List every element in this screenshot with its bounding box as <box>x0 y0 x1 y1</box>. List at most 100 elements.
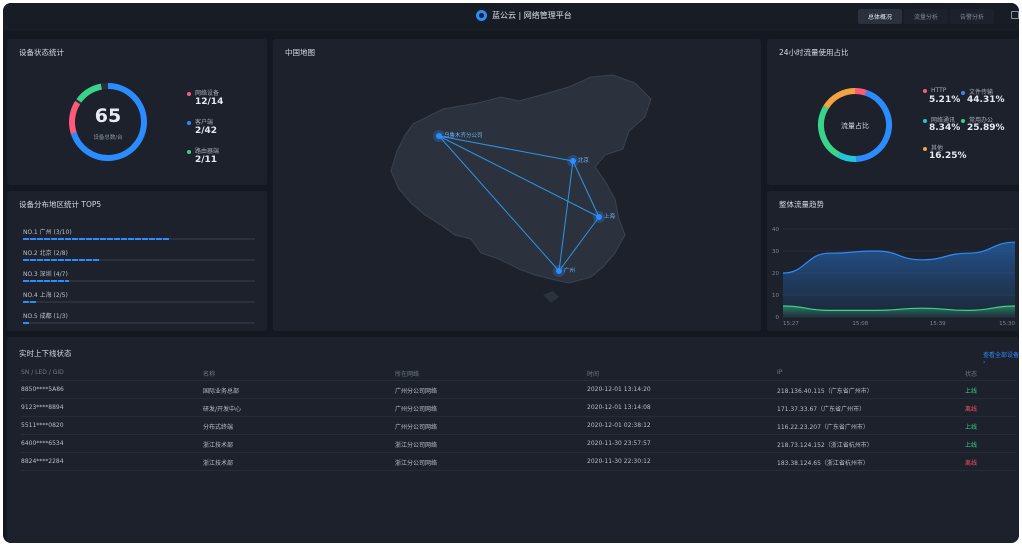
region-top5-panel: 设备分布地区统计 TOP5 NO.1 广州 (3/10) NO.2 北京 (2/8… <box>7 191 267 331</box>
trend-area-series-0 <box>783 242 1015 317</box>
table-row-divider <box>21 470 1016 471</box>
legend-dot <box>961 118 965 123</box>
dashboard-window: 蓝公云 | 网络管理平台 总体概况 流量分析 告警分析 设备状态统计 65 设备… <box>3 3 1019 543</box>
table-cell-network: 广州分公司网络 <box>395 406 438 413</box>
map-label-urumqi: 乌鲁木齐分公司 <box>444 133 483 139</box>
legend-router-value: 2/11 <box>195 155 218 165</box>
rank-fill <box>23 280 70 282</box>
trend-ytick: 0 <box>776 315 780 321</box>
rank-fill <box>23 322 30 324</box>
map-point-shanghai[interactable] <box>596 214 602 220</box>
table-cell-status: 上线 <box>965 388 978 395</box>
rank-track <box>23 322 255 324</box>
table-header-cell: 状态 <box>965 371 978 378</box>
view-all-link[interactable]: 查看全部设备 › <box>983 350 1019 366</box>
map-point-guangzhou[interactable] <box>556 268 562 274</box>
table-cell-ip: 183.38.124.65（浙江省杭州市） <box>777 460 869 467</box>
table-cell-name: 研发/开发中心 <box>203 406 242 413</box>
rank-track <box>23 259 255 261</box>
top-bar: 蓝公云 | 网络管理平台 总体概况 流量分析 告警分析 <box>3 3 1019 31</box>
china-map-hainan <box>543 291 559 303</box>
fullscreen-icon[interactable] <box>1011 11 1019 19</box>
device-stats-panel: 设备状态统计 65 设备总数/台 网络设备 12/14 客户端 2/42 路由器… <box>7 39 267 185</box>
table-row-divider <box>21 452 1016 453</box>
china-map-outline <box>390 74 652 284</box>
table-cell-network: 广州分公司网络 <box>395 388 438 395</box>
map-point-urumqi[interactable] <box>436 133 442 139</box>
trend-xtick: 15:30 <box>999 321 1015 327</box>
region-top5-title: 设备分布地区统计 TOP5 <box>19 200 102 209</box>
traffic-trend-panel: 整体流量趋势 0 10 20 30 40 15:27 15:08 15:39 15:30 <box>767 191 1019 331</box>
table-cell-ip: 116.22.23.207（广东省广州市） <box>777 424 869 431</box>
brand-logo-icon <box>476 10 487 21</box>
header-tabs: 总体概况 流量分析 告警分析 <box>858 9 995 24</box>
table-cell-status: 离线 <box>965 460 978 467</box>
china-map <box>390 74 652 303</box>
table-header-divider <box>21 380 1016 381</box>
trend-xtick: 15:39 <box>930 321 946 327</box>
table-cell-ip: 171.37.33.67（广东省广州市） <box>777 406 866 413</box>
rank-label: NO.4 上海 (2/5) <box>23 292 68 299</box>
table-cell-status: 上线 <box>965 442 978 449</box>
map-label-shanghai: 上海 <box>604 214 616 220</box>
rank-fill <box>23 238 170 240</box>
tab-traffic[interactable]: 流量分析 <box>904 9 949 24</box>
trend-ytick: 40 <box>772 227 779 233</box>
table-cell-sn: 5511****0820 <box>21 422 64 429</box>
map-label-guangzhou: 广州 <box>564 268 576 274</box>
table-cell-status: 离线 <box>965 406 978 413</box>
table-cell-time: 2020-12-01 13:14:20 <box>587 386 651 393</box>
rank-label: NO.5 成都 (1/3) <box>23 313 68 320</box>
legend-dot <box>923 146 927 151</box>
traffic-legend-value: 5.21% <box>929 95 961 105</box>
table-cell-name: 分布式终端 <box>203 424 234 431</box>
trend-xtick: 15:08 <box>852 321 868 327</box>
table-cell-ip: 218.136.40.115（广东省广州市） <box>777 388 873 395</box>
map-point-beijing[interactable] <box>570 158 576 164</box>
legend-dot <box>923 118 927 123</box>
table-cell-network: 浙江分公司网络 <box>395 442 438 449</box>
legend-dot <box>187 91 191 96</box>
traffic-legend-value: 44.31% <box>967 95 1005 105</box>
table-cell-name: 浙江技术部 <box>203 460 234 467</box>
rank-label: NO.3 深圳 (4/7) <box>23 271 68 278</box>
legend-dot <box>961 90 965 95</box>
legend-dot <box>923 88 927 93</box>
china-map-panel: 中国地图 乌鲁木齐分公司 北京 上海 广州 <box>273 39 761 331</box>
table-cell-network: 浙江分公司网络 <box>395 460 438 467</box>
device-total: 65 <box>94 105 122 127</box>
trend-ytick: 10 <box>772 293 779 299</box>
traffic-legend-label: HTTP <box>923 87 946 94</box>
legend-dot <box>187 120 191 125</box>
legend-router: 路由器端 <box>187 146 219 155</box>
traffic-legend-value: 25.89% <box>967 123 1005 133</box>
trend-ytick: 30 <box>772 249 779 255</box>
traffic-share-title: 24小时流量使用占比 <box>779 48 849 57</box>
table-cell-name: 国际业务总部 <box>203 388 240 395</box>
rank-fill <box>23 259 100 261</box>
table-header-cell: SN / LED / GID <box>21 369 64 376</box>
table-header-cell: IP <box>777 369 783 376</box>
legend-client-value: 2/42 <box>195 126 218 136</box>
table-cell-time: 2020-11-30 22:30:12 <box>587 458 651 465</box>
rank-label: NO.2 北京 (2/8) <box>23 250 68 257</box>
table-cell-time: 2020-12-01 13:14:08 <box>587 404 651 411</box>
rank-track <box>23 238 255 240</box>
table-cell-time: 2020-11-30 23:57:57 <box>587 440 651 447</box>
legend-client: 客户端 <box>187 117 213 126</box>
table-cell-sn: 8850****5A86 <box>21 386 64 393</box>
rank-label: NO.1 广州 (3/10) <box>23 229 72 236</box>
tab-alarm[interactable]: 告警分析 <box>950 9 995 24</box>
traffic-share-panel: 24小时流量使用占比 流量占比 HTTP 5.21% 文件传输 44.31% 网络通讯 8… <box>767 39 1019 185</box>
table-cell-status: 上线 <box>965 424 978 431</box>
table-cell-network: 广州分公司网络 <box>395 424 438 431</box>
table-row-divider <box>21 398 1016 399</box>
rank-track <box>23 301 255 303</box>
brand: 蓝公云 | 网络管理平台 <box>476 10 572 21</box>
trend-ytick: 20 <box>772 271 779 277</box>
device-stats-title: 设备状态统计 <box>19 48 64 57</box>
tab-overview[interactable]: 总体概况 <box>858 9 903 24</box>
device-table-title: 实时上下线状态 <box>19 349 72 358</box>
table-cell-sn: 8824****2284 <box>21 458 64 465</box>
table-header-cell: 所在网络 <box>395 371 420 378</box>
